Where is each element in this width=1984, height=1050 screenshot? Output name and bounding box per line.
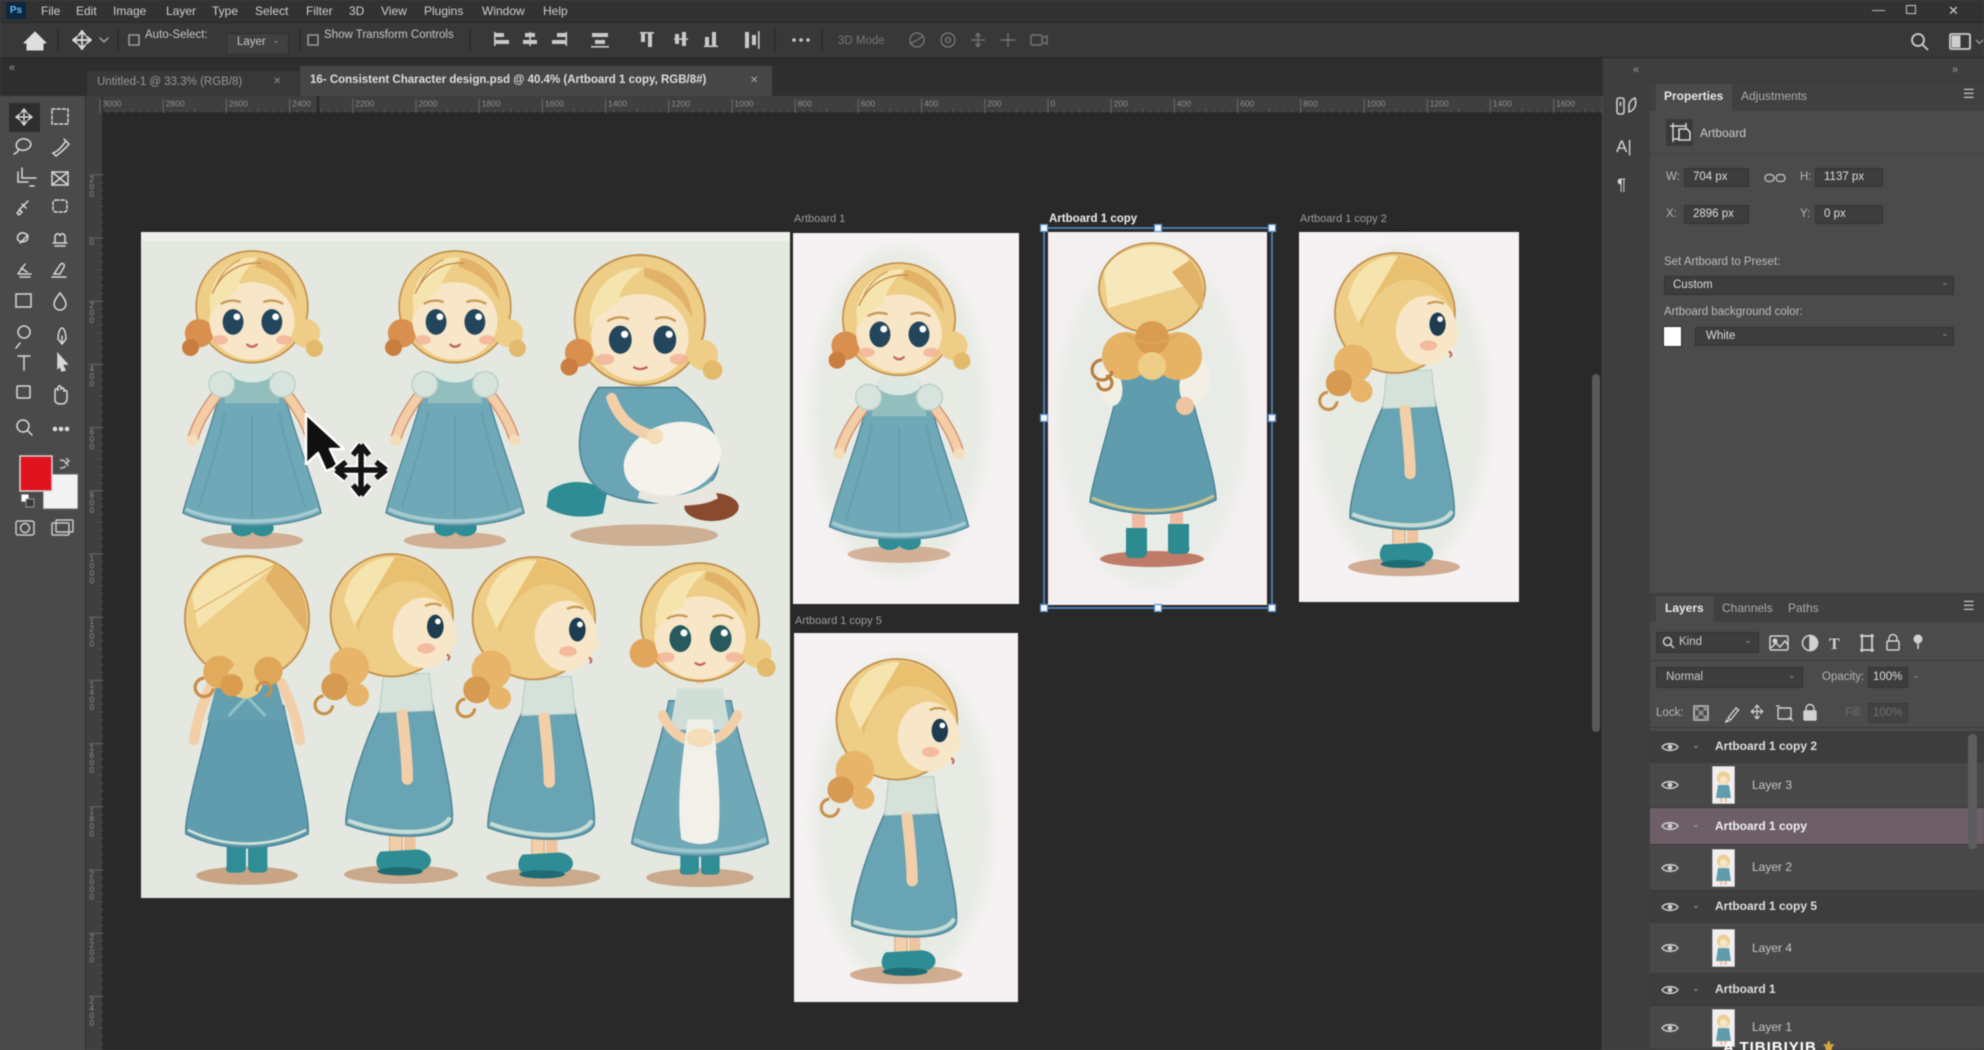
svg-text:1800: 1800 — [482, 99, 501, 109]
svg-text:600: 600 — [861, 99, 875, 109]
svg-text:800: 800 — [798, 99, 812, 109]
svg-text:¶: ¶ — [1617, 175, 1626, 194]
svg-text:1400: 1400 — [608, 99, 627, 109]
svg-text:1000: 1000 — [1367, 99, 1386, 109]
svg-text:0: 0 — [90, 640, 95, 649]
svg-text:Artboard 1 copy 5: Artboard 1 copy 5 — [795, 615, 882, 627]
svg-text:1200: 1200 — [1430, 99, 1449, 109]
svg-text:0: 0 — [90, 703, 95, 712]
svg-text:0: 0 — [90, 316, 95, 325]
svg-text:1000: 1000 — [735, 99, 754, 109]
svg-text:Artboard 1: Artboard 1 — [794, 213, 845, 225]
svg-text:400: 400 — [924, 99, 938, 109]
svg-text:1600: 1600 — [545, 99, 564, 109]
svg-text:0: 0 — [90, 238, 95, 247]
svg-text:800: 800 — [1303, 99, 1317, 109]
svg-text:0: 0 — [90, 829, 95, 838]
svg-text:3D Mode: 3D Mode — [838, 35, 885, 47]
svg-text:600: 600 — [1240, 99, 1254, 109]
svg-text:2200: 2200 — [355, 99, 374, 109]
svg-text:0: 0 — [1051, 99, 1056, 109]
svg-text:0: 0 — [90, 766, 95, 775]
svg-text:3000: 3000 — [103, 99, 122, 109]
svg-text:0: 0 — [90, 379, 95, 388]
svg-text:400: 400 — [1177, 99, 1191, 109]
svg-text:0: 0 — [90, 506, 95, 515]
svg-text:0: 0 — [90, 1019, 95, 1028]
svg-text:0: 0 — [90, 577, 95, 586]
svg-text:2000: 2000 — [419, 99, 438, 109]
svg-text:2600: 2600 — [229, 99, 248, 109]
svg-text:1600: 1600 — [1556, 99, 1575, 109]
svg-text:T: T — [1829, 636, 1840, 653]
svg-text:1400: 1400 — [1493, 99, 1512, 109]
svg-text:200: 200 — [1114, 99, 1128, 109]
svg-text:2400: 2400 — [292, 99, 311, 109]
svg-text:0: 0 — [90, 190, 95, 199]
svg-text:Artboard 1 copy: Artboard 1 copy — [1049, 213, 1138, 225]
svg-text:0: 0 — [90, 443, 95, 452]
svg-text:0: 0 — [90, 956, 95, 965]
svg-text:1200: 1200 — [671, 99, 690, 109]
svg-text:A|: A| — [1616, 137, 1632, 156]
svg-text:2800: 2800 — [166, 99, 185, 109]
svg-text:Artboard 1 copy 2: Artboard 1 copy 2 — [1300, 213, 1387, 225]
svg-text:200: 200 — [987, 99, 1001, 109]
svg-text:0: 0 — [90, 893, 95, 902]
